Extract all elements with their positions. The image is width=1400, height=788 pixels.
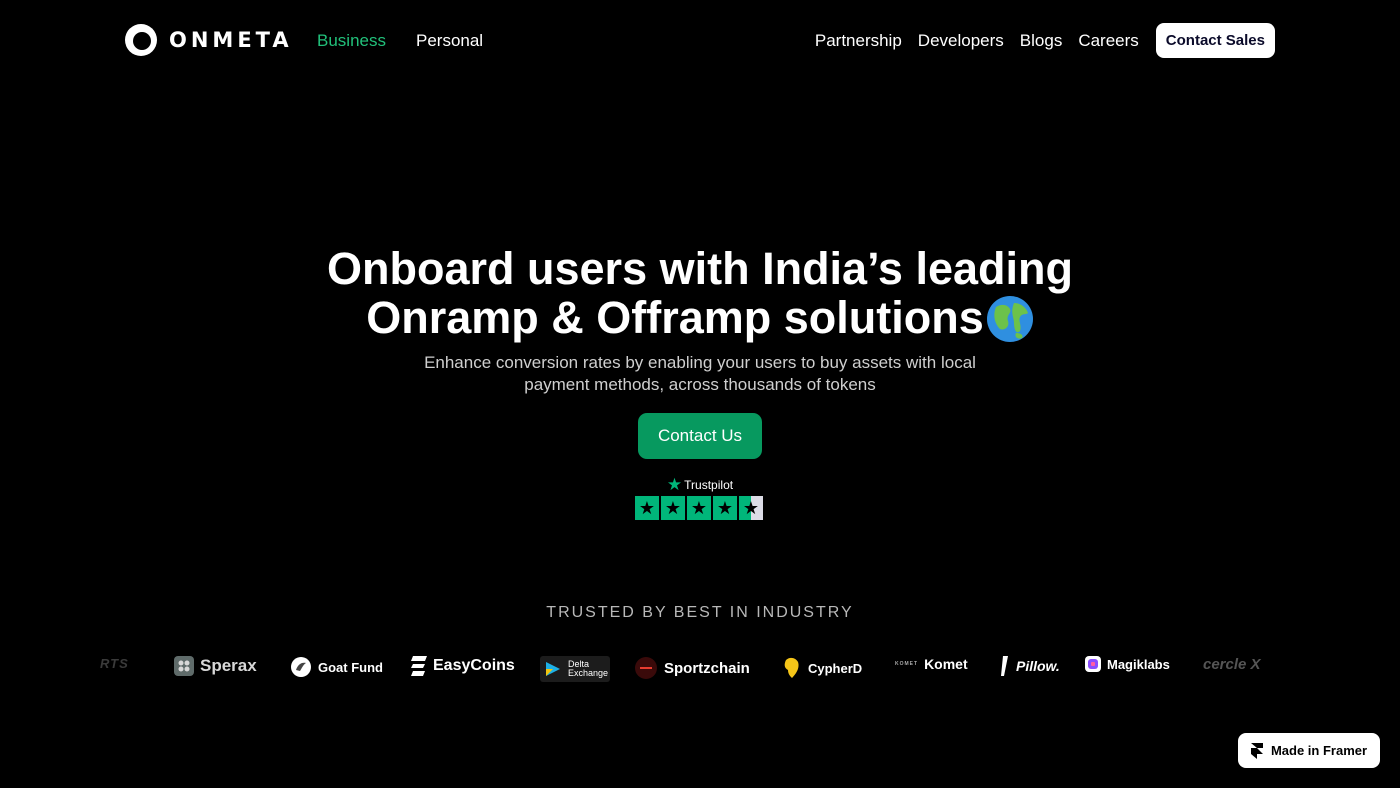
partner-logo-magiklabs: Magiklabs	[1085, 656, 1170, 672]
globe-icon	[986, 296, 1033, 342]
made-in-framer-badge[interactable]: Made in Framer	[1238, 733, 1380, 768]
half-star-icon: ★	[739, 496, 763, 520]
framer-label: Made in Framer	[1270, 743, 1368, 758]
nav-links: Partnership Developers Blogs Careers Con…	[815, 23, 1275, 58]
contact-us-button[interactable]: Contact Us	[637, 413, 763, 459]
partner-name: RTS	[100, 656, 129, 671]
hero-title-line-1: Onboard users with India’s leading	[327, 243, 1073, 294]
sperax-icon	[174, 656, 194, 676]
star-icon: ★	[661, 496, 685, 520]
onmeta-logo-icon	[125, 24, 157, 56]
trustpilot-stars: ★ ★ ★ ★ ★	[635, 496, 765, 520]
top-nav: ONMETA Business Personal Partnership Dev…	[0, 0, 1400, 80]
trustpilot-brand: ★ Trustpilot	[635, 475, 765, 494]
trusted-heading: TRUSTED BY BEST IN INDUSTRY	[546, 604, 854, 621]
hero-title: Onboard users with India’s leading Onram…	[0, 244, 1400, 343]
partner-logo-easycoins: EasyCoins	[411, 656, 515, 676]
partner-logo-cypherd: CypherD	[782, 656, 862, 680]
nav-link-blogs[interactable]: Blogs	[1020, 31, 1063, 51]
hero-subtitle-line-1: Enhance conversion rates by enabling you…	[424, 353, 976, 372]
cypherd-icon	[784, 657, 799, 678]
partner-name: EasyCoins	[433, 657, 515, 674]
partner-name: CypherD	[808, 660, 863, 676]
partner-logo-delta-exchange: Delta Exchange	[540, 656, 610, 682]
audience-switch: Business Personal	[317, 31, 483, 51]
nav-link-partnership[interactable]: Partnership	[815, 31, 902, 51]
star-icon: ★	[713, 496, 737, 520]
partner-logo-pillow: Pillow.	[1000, 656, 1060, 676]
partner-logo-sportzchain: Sportzchain	[634, 656, 750, 680]
nav-link-careers[interactable]: Careers	[1078, 31, 1138, 51]
trustpilot-label: Trustpilot	[684, 478, 734, 492]
partner-logo-sperax: Sperax	[174, 656, 257, 676]
star-icon: ★	[687, 496, 711, 520]
komet-mark-icon: KOMET	[895, 661, 919, 667]
partner-logo-goat-fund: Goat Fund	[290, 656, 383, 678]
partner-name: Pillow.	[1016, 658, 1060, 674]
partner-logo-komet: KOMET Komet	[895, 656, 968, 672]
star-icon: ★	[635, 496, 659, 520]
onmeta-logo[interactable]: ONMETA	[125, 24, 293, 56]
pillow-icon	[1001, 656, 1008, 676]
sportzchain-icon	[635, 657, 657, 679]
partner-name: Goat Fund	[318, 659, 383, 675]
trustpilot-rating[interactable]: ★ Trustpilot ★ ★ ★ ★ ★	[635, 475, 765, 520]
framer-icon	[1250, 742, 1263, 759]
easycoins-icon	[411, 656, 427, 676]
trustpilot-star-icon: ★	[666, 475, 683, 494]
goat-fund-icon	[291, 657, 311, 677]
delta-exchange-icon	[546, 662, 560, 676]
contact-sales-button[interactable]: Contact Sales	[1155, 23, 1275, 58]
partner-name: cercle X	[1203, 656, 1261, 673]
magiklabs-icon	[1085, 656, 1101, 672]
partner-logo-rts: RTS	[100, 656, 129, 671]
partner-name: Delta Exchange	[568, 659, 609, 678]
nav-link-developers[interactable]: Developers	[918, 31, 1004, 51]
tab-personal[interactable]: Personal	[416, 31, 483, 51]
hero-subtitle: Enhance conversion rates by enabling you…	[0, 352, 1400, 396]
hero-section: Onboard users with India’s leading Onram…	[0, 244, 1400, 459]
hero-subtitle-line-2: payment methods, across thousands of tok…	[524, 375, 876, 394]
tab-business[interactable]: Business	[317, 31, 386, 51]
logo-text: ONMETA	[169, 28, 293, 52]
partner-name: Komet	[924, 656, 968, 672]
partner-name: Sperax	[200, 656, 257, 675]
partner-logo-cerclex: cercle X	[1203, 656, 1261, 673]
hero-title-line-2: Onramp & Offramp solutions	[366, 292, 984, 343]
partner-name: Magiklabs	[1107, 656, 1170, 672]
partner-logos: RTS Sperax Goat Fund EasyCoins Delta Exc…	[100, 652, 1280, 686]
partner-name: Sportzchain	[664, 659, 750, 677]
